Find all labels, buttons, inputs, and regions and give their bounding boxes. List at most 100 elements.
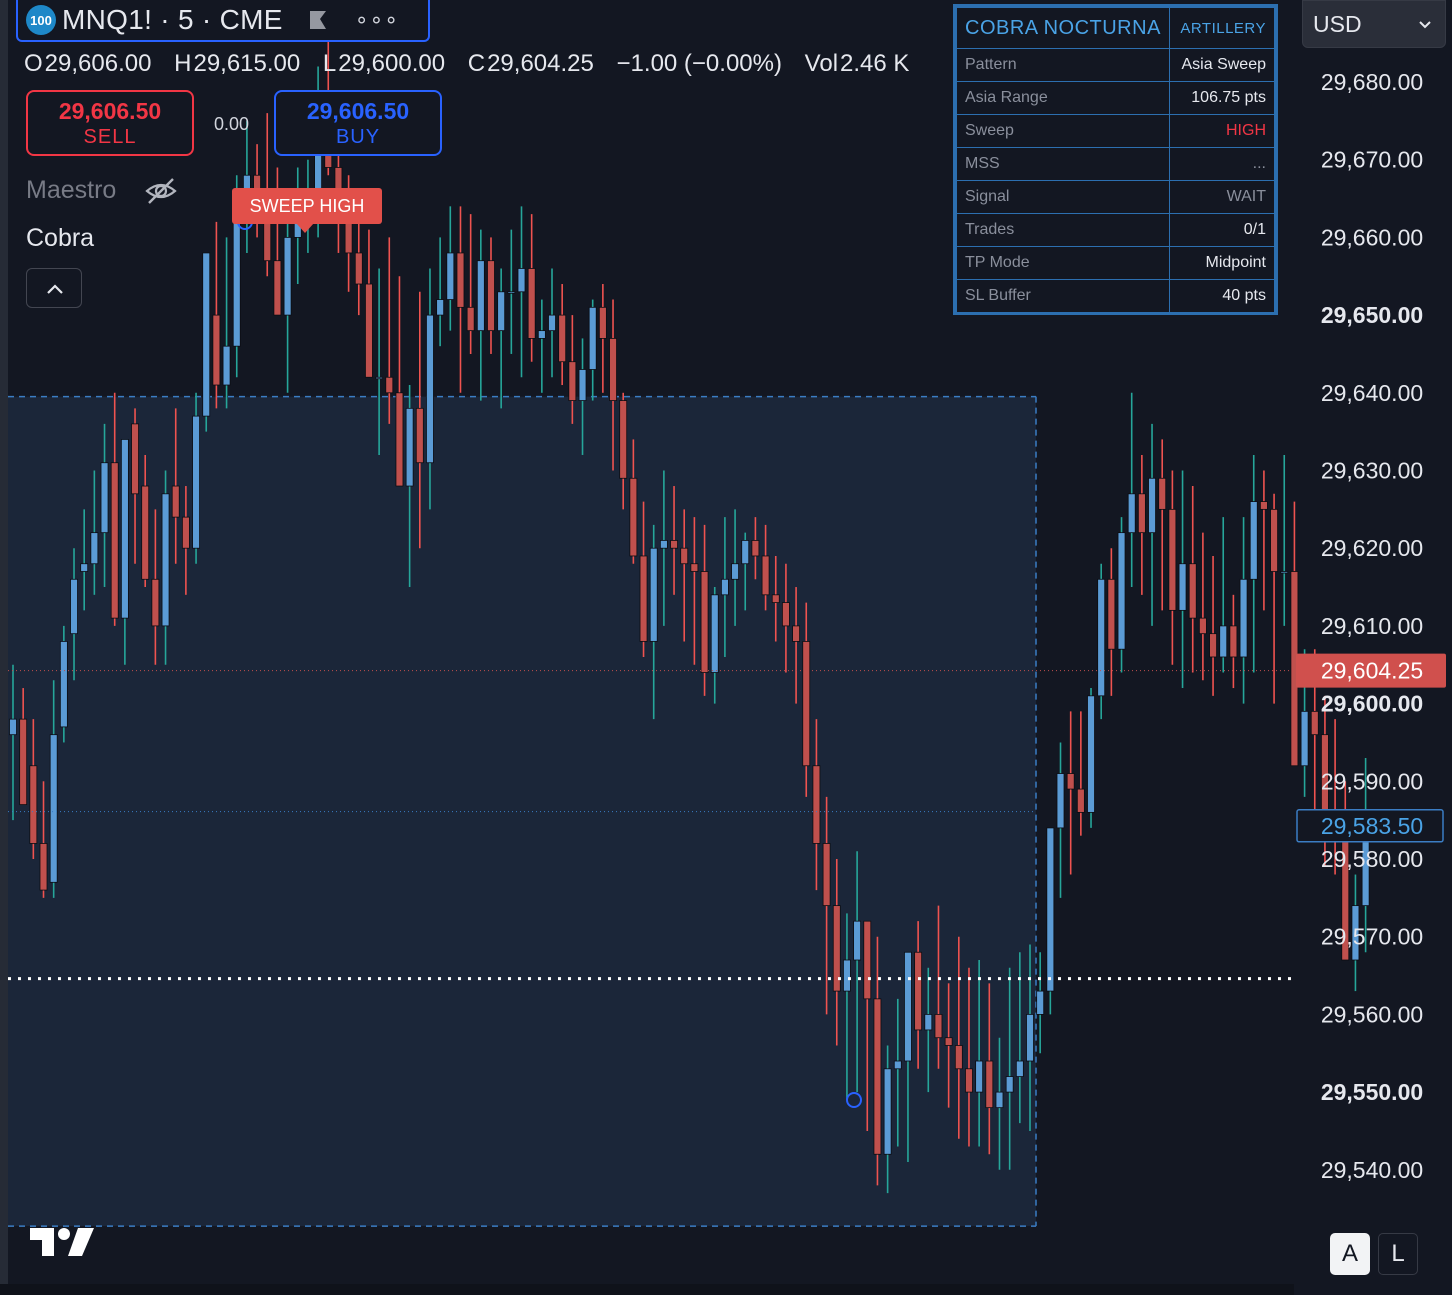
candle-body — [1046, 827, 1055, 992]
currency-select[interactable]: USD — [1302, 0, 1446, 48]
panel-row-value: ... — [1169, 147, 1275, 181]
eye-hidden-icon[interactable] — [144, 176, 178, 206]
panel-row-label: Sweep — [956, 114, 1170, 148]
collapse-button[interactable] — [26, 268, 82, 308]
candle-body — [120, 439, 129, 619]
indicator-maestro[interactable]: Maestro — [26, 176, 116, 205]
tradingview-logo-icon — [30, 1228, 94, 1256]
close-label: C — [467, 50, 486, 77]
candle-body — [415, 407, 424, 464]
panel-title: COBRA NOCTURNA — [956, 7, 1170, 49]
log-scale-button[interactable]: L — [1378, 1233, 1418, 1275]
panel-row-value: Midpoint — [1169, 246, 1275, 280]
crosshair-price-label: 29,583.50 — [1321, 813, 1423, 839]
panel-row-value: HIGH — [1169, 114, 1275, 148]
candle-body — [609, 338, 617, 401]
candle-body — [161, 493, 170, 627]
price-tick-label: 29,670.00 — [1321, 147, 1423, 173]
price-tick-label: 29,590.00 — [1321, 768, 1423, 794]
spread-value: 0.00 — [214, 114, 250, 134]
candle-body — [354, 252, 363, 285]
panel-row-label: Asia Range — [956, 81, 1170, 115]
candle-body — [619, 400, 628, 479]
candle-up — [59, 625, 68, 743]
candle-body — [1219, 625, 1228, 658]
more-options-icon[interactable]: ∘∘∘ — [355, 7, 399, 33]
symbol-header[interactable]: 100 MNQ1! · 5 · CME ∘∘∘ — [16, 0, 430, 42]
change-value: −1.00 (−0.00%) — [616, 50, 782, 77]
candle-body — [558, 314, 567, 363]
panel-row-label: MSS — [956, 147, 1170, 181]
candle-body — [466, 306, 475, 332]
auto-scale-button[interactable]: A — [1330, 1233, 1370, 1275]
close-value: 29,604.25 — [487, 50, 594, 77]
candle-body — [924, 1014, 933, 1031]
candle-body — [49, 734, 58, 883]
candle-body — [497, 291, 506, 332]
time-axis-bg — [0, 1284, 1294, 1295]
candle-body — [1087, 695, 1095, 813]
candle-body — [436, 299, 445, 316]
candle-up — [192, 392, 200, 564]
buy-price: 29,606.50 — [306, 98, 410, 124]
candle-body — [110, 462, 119, 619]
panel-row-label: Trades — [956, 213, 1170, 247]
flag-icon[interactable] — [307, 9, 329, 31]
candle-body — [578, 369, 587, 401]
price-tick-label: 29,570.00 — [1321, 924, 1423, 950]
candle-body — [181, 516, 190, 549]
candle-body — [385, 376, 394, 394]
candle-body — [802, 641, 811, 767]
sell-button[interactable]: 29,606.50 SELL — [26, 90, 194, 156]
candle-body — [395, 392, 404, 487]
candle-body — [670, 540, 678, 549]
candle-body — [131, 423, 139, 495]
candle-body — [995, 1091, 1004, 1109]
panel-row-value: 106.75 pts — [1169, 81, 1275, 115]
candle-body — [873, 998, 882, 1155]
candle-body — [893, 1060, 902, 1070]
candle-body — [751, 540, 760, 557]
buy-button[interactable]: 29,606.50 BUY — [274, 90, 442, 156]
candle-up — [1097, 563, 1106, 720]
candle-body — [29, 765, 38, 844]
price-tick-label: 29,580.00 — [1321, 846, 1423, 872]
panel-row-value: 40 pts — [1169, 279, 1275, 313]
candle-body — [883, 1068, 892, 1155]
open-value: 29,606.00 — [44, 50, 152, 77]
candle-body — [761, 555, 770, 596]
candle-body — [792, 625, 800, 642]
candle-body — [151, 578, 160, 627]
indicator-cobra[interactable]: Cobra — [26, 224, 94, 253]
candle-body — [1198, 617, 1207, 635]
ohlc-legend: O29,606.00 H29,615.00 L29,600.00 C29,604… — [24, 50, 909, 78]
candle-body — [222, 345, 231, 386]
candle-body — [1117, 532, 1126, 650]
candle-body — [1270, 508, 1278, 572]
high-label: H — [174, 50, 192, 77]
candle-body — [1056, 773, 1065, 829]
candle-body — [507, 291, 516, 294]
candle-body — [527, 268, 536, 339]
symbol-title[interactable]: MNQ1! · 5 · CME — [62, 4, 283, 36]
candle-body — [1026, 1014, 1034, 1062]
cobra-nocturna-panel: COBRA NOCTURNA ARTILLERY Pattern Asia Swe… — [953, 4, 1278, 315]
candle-body — [680, 547, 689, 565]
candle-body — [9, 718, 17, 736]
candle-body — [405, 407, 414, 487]
candle-body — [141, 485, 150, 580]
candle-body — [904, 951, 912, 1062]
low-label: L — [322, 50, 337, 77]
candle-body — [1158, 477, 1167, 510]
candle-body — [1148, 477, 1156, 534]
panel-row-label: Pattern — [956, 48, 1170, 82]
candle-body — [70, 578, 78, 635]
candle-body — [283, 236, 292, 316]
last-price-label: 29,604.25 — [1321, 658, 1423, 684]
candle-body — [59, 641, 68, 728]
candle-body — [1178, 563, 1187, 611]
buy-label: BUY — [335, 126, 381, 148]
candle-body — [863, 920, 872, 1000]
candle-body — [588, 306, 597, 370]
candle-body — [263, 221, 272, 262]
